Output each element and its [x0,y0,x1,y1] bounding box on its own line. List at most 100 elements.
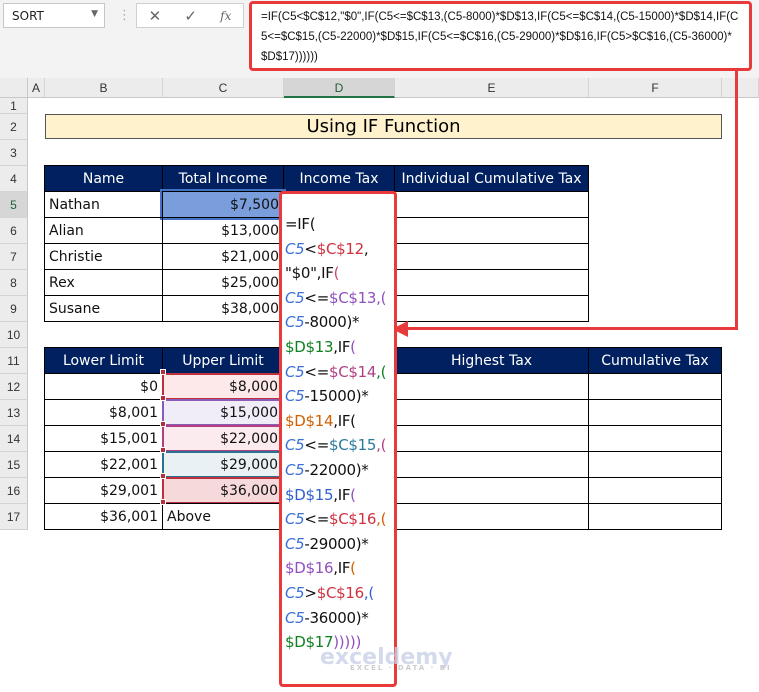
upper-limit-cell[interactable]: $22,000 [162,425,284,452]
highest-tax-cell[interactable] [394,399,589,426]
column-header-E[interactable]: E [395,78,589,98]
formula-line: $D$13,IF( [285,335,394,360]
lower-limit-cell[interactable]: $0 [44,373,163,400]
cumulative-tax-cell[interactable] [588,477,722,504]
table2-header[interactable]: Highest Tax [394,347,589,374]
formula-callout: =IF(C5<$C$12, "$0",IF(C5<=$C$13,(C5-8000)… [279,191,397,687]
cumulative-tax-cell[interactable] [394,191,589,218]
row-header-5[interactable]: 5 [0,192,28,218]
range-handle[interactable] [160,447,166,453]
column-header-F[interactable]: F [589,78,722,98]
lower-limit-cell[interactable]: $29,001 [44,477,163,504]
cumulative-tax-cell[interactable] [588,451,722,478]
row-header-16[interactable]: 16 [0,478,28,504]
row-header-3[interactable]: 3 [0,140,28,166]
chevron-down-icon[interactable]: ▼ [91,9,98,19]
range-handle[interactable] [160,421,166,427]
cumulative-tax-cell[interactable] [588,503,722,530]
formula-token: C5 [285,436,305,455]
upper-limit-cell[interactable]: $36,000 [162,477,284,504]
formula-token: $C$14 [328,362,377,381]
income-cell[interactable]: $21,000 [162,243,284,270]
upper-limit-cell[interactable]: $15,000 [162,399,284,426]
range-handle[interactable] [160,499,166,505]
row-header-9[interactable]: 9 [0,296,28,322]
formula-token: ,IF [333,485,351,504]
drag-handle-icon[interactable]: ⋮ [118,8,131,23]
formula-token: ( [350,559,356,578]
cumulative-tax-cell[interactable] [588,373,722,400]
range-handle[interactable] [160,369,166,375]
cumulative-tax-cell[interactable] [588,425,722,452]
select-all-button[interactable] [0,78,28,98]
range-handle[interactable] [160,473,166,479]
upper-limit-cell[interactable]: $8,000 [162,373,284,400]
name-cell[interactable]: Nathan [44,191,163,218]
column-header-C[interactable]: C [163,78,284,98]
formula-line: "$0",IF( [285,261,394,286]
name-box[interactable]: SORT ▼ [3,3,105,28]
table1-header[interactable]: Individual Cumulative Tax [394,165,589,192]
lower-limit-cell[interactable]: $8,001 [44,399,163,426]
name-cell[interactable]: Rex [44,269,163,296]
row-header-8[interactable]: 8 [0,270,28,296]
highest-tax-cell[interactable] [394,451,589,478]
formula-line: C5-22000)* [285,458,394,483]
cancel-icon[interactable]: ✕ [149,7,162,25]
column-header-A[interactable]: A [28,78,45,98]
lower-limit-cell[interactable]: $36,001 [44,503,163,530]
name-cell[interactable]: Alian [44,217,163,244]
row-header-4[interactable]: 4 [0,166,28,192]
upper-limit-cell[interactable]: $29,000 [162,451,284,478]
row-header-10[interactable]: 10 [0,322,28,348]
income-cell[interactable]: $25,000 [162,269,284,296]
table2-header[interactable]: Lower Limit [44,347,163,374]
cumulative-tax-cell[interactable] [588,399,722,426]
cumulative-tax-cell[interactable] [394,269,589,296]
table2-header[interactable]: Cumulative Tax [588,347,722,374]
table2-header[interactable]: Upper Limit [162,347,284,374]
name-cell[interactable]: Susane [44,295,163,322]
row-header-12[interactable]: 12 [0,374,28,400]
row-header-7[interactable]: 7 [0,244,28,270]
highest-tax-cell[interactable] [394,425,589,452]
formula-line: $D$14,IF( [285,409,394,434]
lower-limit-cell[interactable]: $22,001 [44,451,163,478]
cumulative-tax-cell[interactable] [394,295,589,322]
row-header-15[interactable]: 15 [0,452,28,478]
formula-token: $D$13 [285,337,334,356]
formula-token: <= [304,362,329,381]
formula-token: $D$16 [285,559,334,578]
row-header-2[interactable]: 2 [0,114,28,140]
row-header-6[interactable]: 6 [0,218,28,244]
table1-header[interactable]: Total Income [162,165,284,192]
row-header-1[interactable]: 1 [0,98,28,114]
column-header-D[interactable]: D [284,78,395,98]
lower-limit-cell[interactable]: $15,001 [44,425,163,452]
range-handle[interactable] [160,395,166,401]
row-header-14[interactable]: 14 [0,426,28,452]
formula-input[interactable]: =IF(C5<$C$12,"$0",IF(C5<=$C$13,(C5-8000)… [249,1,752,71]
column-header-B[interactable]: B [45,78,163,98]
enter-icon[interactable]: ✓ [184,7,197,25]
income-cell[interactable]: $13,000 [162,217,284,244]
cumulative-tax-cell[interactable] [394,217,589,244]
cumulative-tax-cell[interactable] [394,243,589,270]
formula-token: C5 [285,534,305,553]
highest-tax-cell[interactable] [394,503,589,530]
formula-token: -22000)* [304,460,369,479]
row-header-11[interactable]: 11 [0,348,28,374]
upper-limit-cell[interactable]: Above [162,503,284,530]
highest-tax-cell[interactable] [394,373,589,400]
highest-tax-cell[interactable] [394,477,589,504]
formula-token: $C$16 [328,510,377,529]
name-cell[interactable]: Christie [44,243,163,270]
income-cell[interactable]: $7,500 [160,189,286,220]
table1-header[interactable]: Income Tax [283,165,395,192]
insert-function-icon[interactable]: fx [220,9,231,23]
income-cell[interactable]: $38,000 [162,295,284,322]
row-header-17[interactable]: 17 [0,504,28,530]
table1-header[interactable]: Name [44,165,163,192]
row-header-13[interactable]: 13 [0,400,28,426]
formula-token: <= [304,436,329,455]
